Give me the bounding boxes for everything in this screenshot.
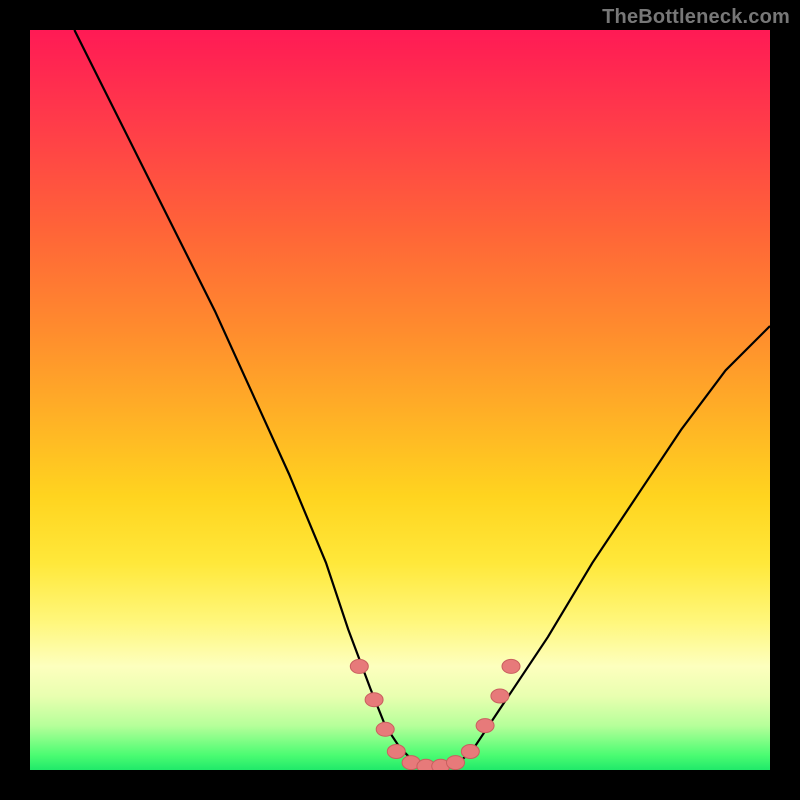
curve-marker [365,693,383,707]
curve-marker [502,659,520,673]
curve-marker [447,756,465,770]
curve-marker [476,719,494,733]
curve-markers [350,659,520,770]
curve-marker [461,745,479,759]
plot-area [30,30,770,770]
curve-marker [491,689,509,703]
curve-marker [350,659,368,673]
watermark-text: TheBottleneck.com [602,6,790,29]
curve-marker [376,722,394,736]
bottleneck-curve [74,30,770,766]
chart-svg [30,30,770,770]
chart-frame: TheBottleneck.com [0,0,800,800]
curve-marker [387,745,405,759]
